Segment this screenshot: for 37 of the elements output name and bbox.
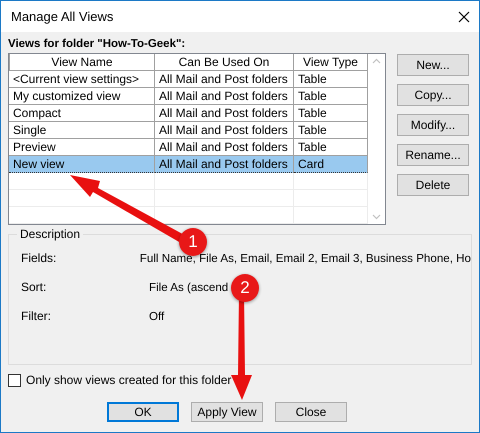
column-header[interactable]: View Type [294, 54, 368, 71]
table-cell: Card [294, 156, 368, 173]
group-title: Description [17, 227, 84, 241]
action-button[interactable]: Delete [397, 174, 469, 196]
table-cell: All Mail and Post folders [155, 122, 294, 139]
table-cell: My customized view [9, 88, 155, 105]
checkbox[interactable] [8, 374, 21, 386]
action-button[interactable]: Copy... [397, 84, 469, 106]
dialog-button[interactable]: OK [107, 402, 179, 422]
table-cell: Single [9, 122, 155, 139]
table-cell: <Current view settings> [9, 71, 155, 88]
table-row[interactable]: <Current view settings> All Mail and Post folders Table [9, 71, 368, 88]
table-cell: All Mail and Post folders [155, 71, 294, 88]
description-label: Filter: [21, 309, 52, 323]
dialog-button[interactable]: Close [275, 402, 347, 422]
table-cell: All Mail and Post folders [155, 156, 294, 173]
table-row[interactable]: New view All Mail and Post folders Card [9, 156, 368, 173]
table-cell: Compact [9, 105, 155, 122]
table-cell: All Mail and Post folders [155, 88, 294, 105]
description-value: File As (ascend [149, 280, 228, 294]
table-row[interactable]: Compact All Mail and Post folders Table [9, 105, 368, 122]
dialog-button[interactable]: Apply View [191, 402, 263, 422]
action-button[interactable]: Modify... [397, 114, 469, 136]
description-value: Off [149, 310, 164, 322]
description-label: Fields: [21, 251, 58, 265]
table-cell: New view [9, 156, 155, 173]
table-row[interactable]: My customized view All Mail and Post folders Table [9, 88, 368, 105]
column-header[interactable]: View Name [9, 54, 155, 71]
column-header[interactable]: Can Be Used On [155, 54, 294, 71]
window-title: Manage All Views [11, 9, 114, 24]
action-button[interactable]: New... [397, 54, 469, 76]
list-label: Views for folder "How-To-Geek": [8, 38, 186, 52]
action-button[interactable]: Rename... [397, 144, 469, 166]
table-cell: All Mail and Post folders [155, 105, 294, 122]
description-label: Sort: [21, 280, 48, 294]
table-row[interactable]: Single All Mail and Post folders Table [9, 122, 368, 139]
checkbox-label[interactable]: Only show views created for this folder [26, 373, 232, 387]
